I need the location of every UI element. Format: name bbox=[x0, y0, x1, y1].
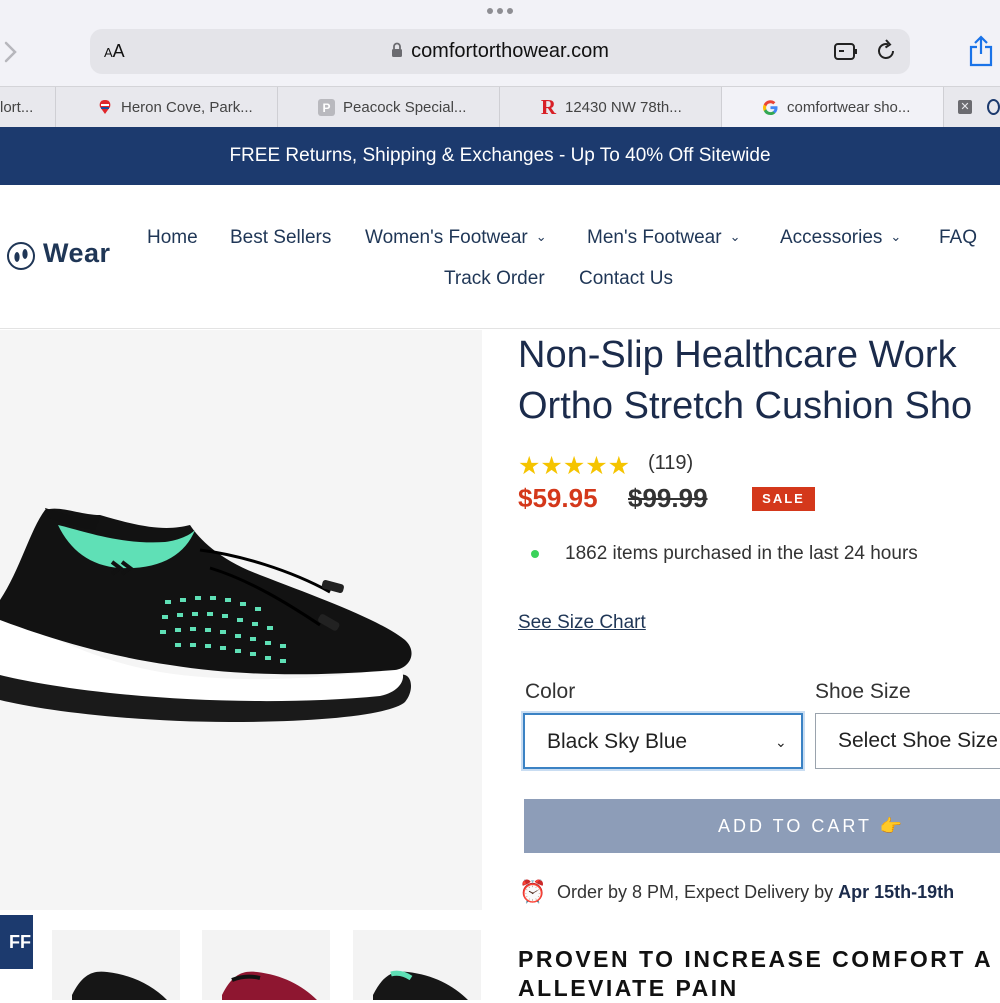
browser-chrome: AAAA comfortorthowear.com lort... bbox=[0, 0, 1000, 128]
close-tab-icon[interactable]: ✕ bbox=[958, 100, 972, 114]
remax-balloon-icon bbox=[96, 99, 113, 116]
tab-4[interactable]: R 12430 NW 78th... bbox=[500, 87, 722, 128]
logo-text: Wear bbox=[43, 238, 111, 268]
r-letter-icon: R bbox=[540, 95, 557, 119]
tab-favicon-partial-icon[interactable] bbox=[987, 99, 1000, 115]
multitasking-dots-icon[interactable] bbox=[487, 8, 513, 14]
tab-5-active[interactable]: comfortwear sho... bbox=[722, 87, 944, 128]
nav-best-sellers[interactable]: Best Sellers bbox=[230, 227, 331, 249]
color-select[interactable]: Black Sky Blue ⌄ bbox=[523, 713, 803, 769]
alarm-clock-icon: ⏰ bbox=[519, 879, 547, 904]
lock-icon bbox=[392, 42, 403, 57]
shoe-thumbnail-image bbox=[222, 971, 317, 1000]
forward-arrow-icon[interactable] bbox=[2, 40, 20, 64]
compare-price: $99.99 bbox=[628, 483, 708, 513]
shoe-size-label: Shoe Size bbox=[815, 680, 911, 703]
reload-icon[interactable] bbox=[874, 39, 898, 63]
nav-mens-footwear[interactable]: Men's Footwear ⌄ bbox=[587, 227, 740, 249]
google-g-icon bbox=[762, 99, 779, 116]
see-size-chart-link[interactable]: See Size Chart bbox=[518, 612, 646, 634]
tab-3[interactable]: P Peacock Special... bbox=[278, 87, 500, 128]
nav-track-order[interactable]: Track Order bbox=[444, 268, 545, 290]
share-icon[interactable] bbox=[968, 34, 994, 68]
tab-1[interactable]: lort... bbox=[0, 87, 56, 128]
nav-contact-us[interactable]: Contact Us bbox=[579, 268, 673, 290]
nav-home[interactable]: Home bbox=[147, 227, 198, 249]
tab-bar: lort... Heron Cove, Park... P Peacock Sp… bbox=[0, 86, 1000, 128]
add-to-cart-button[interactable]: ADD TO CART 👉 bbox=[524, 799, 1000, 853]
sale-price: $59.95 bbox=[518, 483, 598, 513]
review-count[interactable]: (119) bbox=[648, 452, 693, 475]
live-indicator-dot-icon bbox=[531, 550, 539, 558]
thumbnail-black[interactable] bbox=[52, 930, 180, 1000]
thumbnail-black-mint[interactable] bbox=[353, 930, 481, 1000]
color-label: Color bbox=[525, 680, 576, 703]
shoe-thumbnail-image bbox=[72, 971, 167, 1000]
benefits-heading-line-2: ALLEVIATE PAIN bbox=[518, 975, 739, 1001]
site-header: Wear Home Best Sellers Women's Footwear ⌄… bbox=[0, 185, 1000, 329]
discount-popup-tab[interactable]: FF bbox=[0, 915, 33, 969]
nav-faq[interactable]: FAQ bbox=[939, 227, 977, 249]
product-title-line-2: Ortho Stretch Cushion Sho bbox=[518, 385, 973, 427]
tab-label: lort... bbox=[0, 99, 34, 116]
feet-logo-icon bbox=[7, 242, 35, 270]
product-image-main[interactable] bbox=[0, 330, 482, 910]
chevron-down-icon: ⌄ bbox=[729, 229, 741, 244]
tab-2[interactable]: Heron Cove, Park... bbox=[56, 87, 278, 128]
tab-label: Heron Cove, Park... bbox=[121, 99, 253, 116]
shoe-size-select[interactable]: Select Shoe Size bbox=[815, 713, 1000, 769]
shoe-thumbnail-image bbox=[373, 970, 468, 1000]
chevron-down-icon: ⌄ bbox=[535, 229, 547, 244]
chevron-down-icon: ⌄ bbox=[775, 734, 787, 750]
tab-label: comfortwear sho... bbox=[787, 99, 911, 116]
chevron-down-icon: ⌄ bbox=[890, 229, 902, 244]
product-title-line-1: Non-Slip Healthcare Work bbox=[518, 334, 957, 376]
nav-womens-footwear[interactable]: Women's Footwear ⌄ bbox=[365, 227, 547, 249]
address-bar[interactable]: AAAA comfortorthowear.com bbox=[90, 29, 910, 74]
nav-accessories[interactable]: Accessories ⌄ bbox=[780, 227, 901, 249]
url-text[interactable]: comfortorthowear.com bbox=[90, 40, 910, 63]
delivery-estimate: Order by 8 PM, Expect Delivery by Apr 15… bbox=[557, 882, 955, 902]
promo-bar: FREE Returns, Shipping & Exchanges - Up … bbox=[0, 127, 1000, 185]
promo-text: FREE Returns, Shipping & Exchanges - Up … bbox=[229, 145, 771, 166]
thumbnail-burgundy[interactable] bbox=[202, 930, 330, 1000]
shoe-image bbox=[0, 508, 412, 722]
p-letter-icon: P bbox=[318, 99, 335, 116]
purchase-count-text: 1862 items purchased in the last 24 hour… bbox=[565, 543, 918, 564]
tab-label: 12430 NW 78th... bbox=[565, 99, 682, 116]
extension-icon[interactable] bbox=[832, 40, 860, 64]
tab-label: Peacock Special... bbox=[343, 99, 467, 116]
sale-badge: SALE bbox=[752, 487, 815, 511]
benefits-heading-line-1: PROVEN TO INCREASE COMFORT A bbox=[518, 946, 994, 972]
rating-stars[interactable]: ★★★★★ bbox=[518, 451, 630, 481]
